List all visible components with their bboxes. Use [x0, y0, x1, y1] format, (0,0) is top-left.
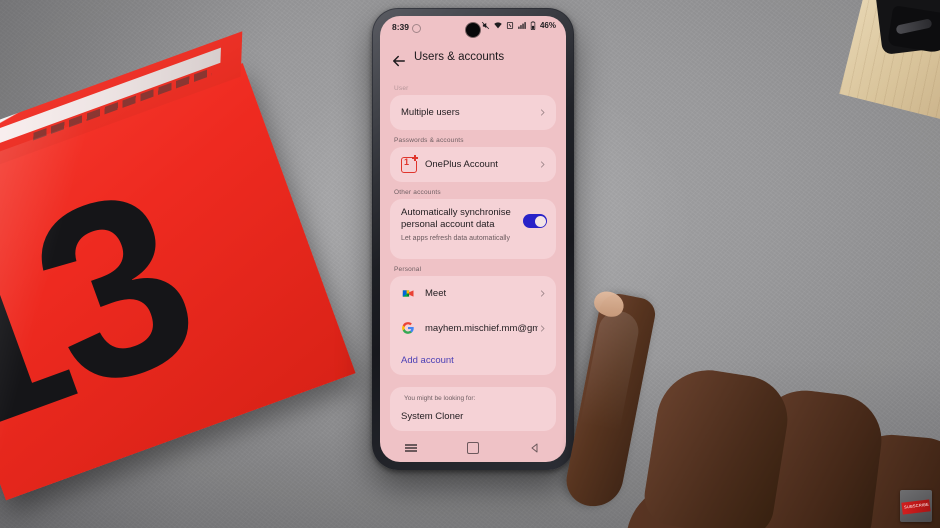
- chevron-right-icon: [540, 161, 545, 168]
- auto-sync-subtitle: Let apps refresh data automatically: [401, 235, 510, 242]
- front-camera-punch-hole: [466, 23, 480, 37]
- arrow-left-icon: [393, 55, 405, 67]
- add-account-link[interactable]: Add account: [390, 346, 556, 375]
- settings-list[interactable]: User Multiple users Passwords & accounts…: [380, 78, 566, 434]
- chevron-right-icon: [540, 290, 545, 297]
- navigation-bar: [380, 434, 566, 462]
- section-label-passwords-accounts: Passwords & accounts: [394, 137, 464, 144]
- row-oneplus-account[interactable]: OnePlus Account: [390, 147, 556, 182]
- card-personal: Meet mayhem.mischief.mm@gmail: [390, 276, 556, 375]
- battery-icon: [530, 21, 536, 30]
- channel-watermark: SUBSCRIBE: [900, 490, 932, 522]
- auto-sync-toggle[interactable]: [523, 214, 547, 228]
- row-auto-sync[interactable]: Automatically synchronise personal accou…: [390, 199, 556, 259]
- status-indicator-dot-icon: [412, 24, 421, 33]
- app-bar: Users & accounts: [380, 44, 566, 78]
- row-meet-account[interactable]: Meet: [390, 276, 556, 311]
- row-system-cloner[interactable]: System Cloner: [390, 406, 556, 431]
- row-google-account[interactable]: mayhem.mischief.mm@gmail.c: [390, 311, 556, 346]
- page-title: Users & accounts: [414, 51, 505, 63]
- phone-screen[interactable]: 8:39 46% Users & accounts User Multiple …: [380, 16, 566, 462]
- card-user: Multiple users: [390, 95, 556, 130]
- card-passwords-accounts: OnePlus Account: [390, 147, 556, 182]
- row-multiple-users[interactable]: Multiple users: [390, 95, 556, 130]
- status-icons-group: 46%: [481, 21, 556, 30]
- section-label-personal: Personal: [394, 266, 422, 273]
- row-label: Meet: [425, 288, 447, 299]
- home-square-icon[interactable]: [465, 440, 481, 456]
- section-label-user: User: [394, 85, 409, 92]
- google-meet-icon: [401, 286, 416, 301]
- section-label-suggestions: You might be looking for:: [404, 395, 476, 402]
- back-button[interactable]: [390, 52, 408, 70]
- back-triangle-icon[interactable]: [527, 440, 543, 456]
- recents-menu-icon[interactable]: [403, 440, 419, 456]
- hand-pointing: [556, 286, 940, 528]
- section-label-other-accounts: Other accounts: [394, 189, 441, 196]
- status-time: 8:39: [392, 22, 410, 32]
- signal-bars-icon: [518, 22, 526, 29]
- screenshot-scene: 13 8:39: [0, 0, 940, 528]
- chevron-right-icon: [540, 325, 545, 332]
- finger-knuckle-1: [640, 362, 794, 528]
- wifi-icon: [494, 22, 502, 29]
- row-label: Multiple users: [401, 107, 460, 118]
- status-bar: 8:39 46%: [380, 16, 566, 42]
- auto-sync-title: Automatically synchronise personal accou…: [401, 207, 511, 230]
- oneplus-logo-icon: [401, 155, 418, 173]
- chevron-right-icon: [540, 109, 545, 116]
- toggle-knob: [534, 215, 546, 227]
- row-label: mayhem.mischief.mm@gmail.c: [425, 323, 538, 334]
- card-suggestions: You might be looking for: System Cloner: [390, 387, 556, 431]
- row-label: OnePlus Account: [425, 159, 498, 170]
- silent-mode-icon: [481, 21, 490, 30]
- auto-sync-texts: Automatically synchronise personal accou…: [401, 207, 523, 243]
- battery-percent-label: 46%: [539, 21, 556, 30]
- card-other-accounts: Automatically synchronise personal accou…: [390, 199, 556, 259]
- google-g-icon: [401, 321, 416, 336]
- nfc-icon: [506, 22, 514, 29]
